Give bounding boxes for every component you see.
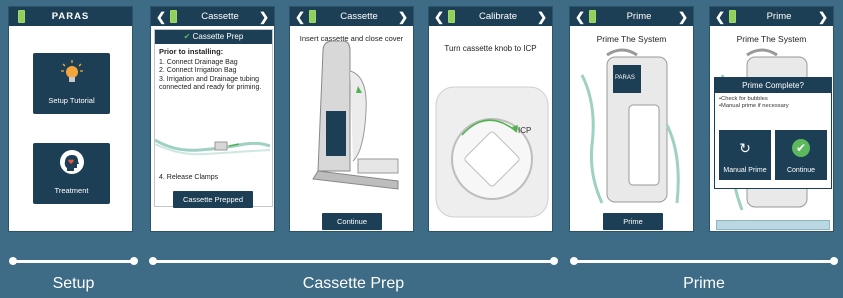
status-bar: ❮ Prime ❯ <box>570 7 693 26</box>
screen-title: Prime <box>626 11 652 22</box>
battery-icon <box>729 10 736 23</box>
setup-tutorial-button[interactable]: Setup Tutorial <box>33 53 110 114</box>
setup-timeline <box>9 257 138 265</box>
forward-chevron-icon[interactable]: ❯ <box>259 10 269 24</box>
timeline-label-setup: Setup <box>52 275 95 292</box>
cassette-prep-card: ✔ Cassette Prep Prior to installing: 1. … <box>154 29 273 207</box>
setup-tutorial-label: Setup Tutorial <box>48 96 95 105</box>
screen-cassette-prep: ❮ Cassette ❯ ✔ Cassette Prep Prior to in… <box>150 6 275 232</box>
treatment-button[interactable]: Treatment <box>33 143 110 204</box>
prime-heading: Prime The System <box>736 34 807 44</box>
status-bar: ❮ Cassette ❯ <box>151 7 274 26</box>
continue-button[interactable]: Continue <box>322 213 382 230</box>
dialog-body: •Check for bubbles •Manual prime if nece… <box>715 93 831 113</box>
screen-prime-complete: ❮ Prime ❯ Prime The System Prime Complet… <box>709 6 834 232</box>
screen-home: PARAS Setup Tutorial Treatment <box>8 6 133 232</box>
timeline-end-dot <box>550 257 558 265</box>
instruction-text: Turn cassette knob to ICP <box>444 44 537 53</box>
card-title: Cassette Prep <box>192 32 244 41</box>
status-bar: PARAS <box>9 7 132 26</box>
app-logo: PARAS <box>51 11 90 22</box>
manual-prime-button[interactable]: ↻ Manual Prime <box>719 130 771 180</box>
forward-chevron-icon[interactable]: ❯ <box>398 10 408 24</box>
bullet-2: •Manual prime if necessary <box>719 103 789 109</box>
battery-icon <box>309 10 316 23</box>
timeline-start-dot <box>9 257 17 265</box>
continue-label: Continue <box>786 167 816 174</box>
head-heart-icon <box>59 150 84 174</box>
timeline-start-dot <box>149 257 157 265</box>
prime-device-illustration: PARAS <box>580 48 680 204</box>
battery-icon <box>170 10 177 23</box>
timeline-start-dot <box>570 257 578 265</box>
status-bar: ❮ Calibrate ❯ <box>429 7 552 26</box>
bullet-1: •Check for bubbles <box>719 96 768 102</box>
battery-icon <box>18 10 25 23</box>
check-circle-icon: ✔ <box>792 139 810 157</box>
tubing-clamp-illustration <box>155 138 270 156</box>
prime-button[interactable]: Prime <box>603 213 663 230</box>
battery-icon <box>589 10 596 23</box>
screen-title: Prime <box>766 11 792 22</box>
status-bar: ❮ Prime ❯ <box>710 7 833 26</box>
timeline-end-dot <box>130 257 138 265</box>
treatment-label: Treatment <box>54 186 89 195</box>
timeline-label-cassette-prep: Cassette Prep <box>302 275 405 292</box>
progress-bar <box>716 220 830 230</box>
prime-complete-dialog: Prime Complete? •Check for bubbles •Manu… <box>714 77 832 189</box>
lightbulb-icon <box>60 60 83 82</box>
back-chevron-icon[interactable]: ❮ <box>295 10 305 24</box>
screen-title: Cassette <box>340 11 378 22</box>
step-2: 2. Connect Irrigation Bag <box>159 67 237 74</box>
instructions-heading: Prior to installing: <box>159 47 224 56</box>
back-chevron-icon[interactable]: ❮ <box>575 10 585 24</box>
step-3: 3. Irrigation and Drainage tubing connec… <box>159 75 262 92</box>
forward-chevron-icon[interactable]: ❯ <box>818 10 828 24</box>
forward-chevron-icon[interactable]: ❯ <box>678 10 688 24</box>
cassette-knob-illustration: ICP <box>435 86 549 218</box>
screen-calibrate: ❮ Calibrate ❯ Turn cassette knob to ICP … <box>428 6 553 232</box>
manual-prime-label: Manual Prime <box>723 167 767 174</box>
timeline-label-prime: Prime <box>683 275 725 292</box>
back-chevron-icon[interactable]: ❮ <box>715 10 725 24</box>
screen-title: Calibrate <box>478 11 518 22</box>
cassette-prep-timeline <box>149 257 558 265</box>
check-circle-icon: ✔ <box>183 32 191 41</box>
battery-icon <box>448 10 455 23</box>
dialog-title: Prime Complete? <box>715 78 831 93</box>
knob-label: ICP <box>518 126 531 135</box>
back-chevron-icon[interactable]: ❮ <box>434 10 444 24</box>
instructions: Prior to installing: 1. Connect Drainage… <box>155 44 272 97</box>
continue-button[interactable]: ✔ Continue <box>775 130 827 180</box>
step-1: 1. Connect Drainage Bag <box>159 58 238 66</box>
prime-timeline <box>570 257 838 265</box>
back-chevron-icon[interactable]: ❮ <box>156 10 166 24</box>
status-bar: ❮ Cassette ❯ <box>290 7 413 26</box>
refresh-icon: ↻ <box>739 140 751 156</box>
screen-title: Cassette <box>201 11 239 22</box>
screen-insert-cassette: ❮ Cassette ❯ Insert cassette and close c… <box>289 6 414 232</box>
prime-heading: Prime The System <box>596 34 667 44</box>
device-logo: PARAS <box>615 75 635 81</box>
card-header: ✔ Cassette Prep <box>155 30 272 44</box>
cassette-prepped-button[interactable]: Cassette Prepped <box>173 191 253 208</box>
step-4: 4. Release Clamps <box>159 174 219 181</box>
screen-prime: ❮ Prime ❯ Prime The System PARAS Prime <box>569 6 694 232</box>
timeline-end-dot <box>830 257 838 265</box>
forward-chevron-icon[interactable]: ❯ <box>537 10 547 24</box>
device-cassette-illustration <box>312 41 399 190</box>
